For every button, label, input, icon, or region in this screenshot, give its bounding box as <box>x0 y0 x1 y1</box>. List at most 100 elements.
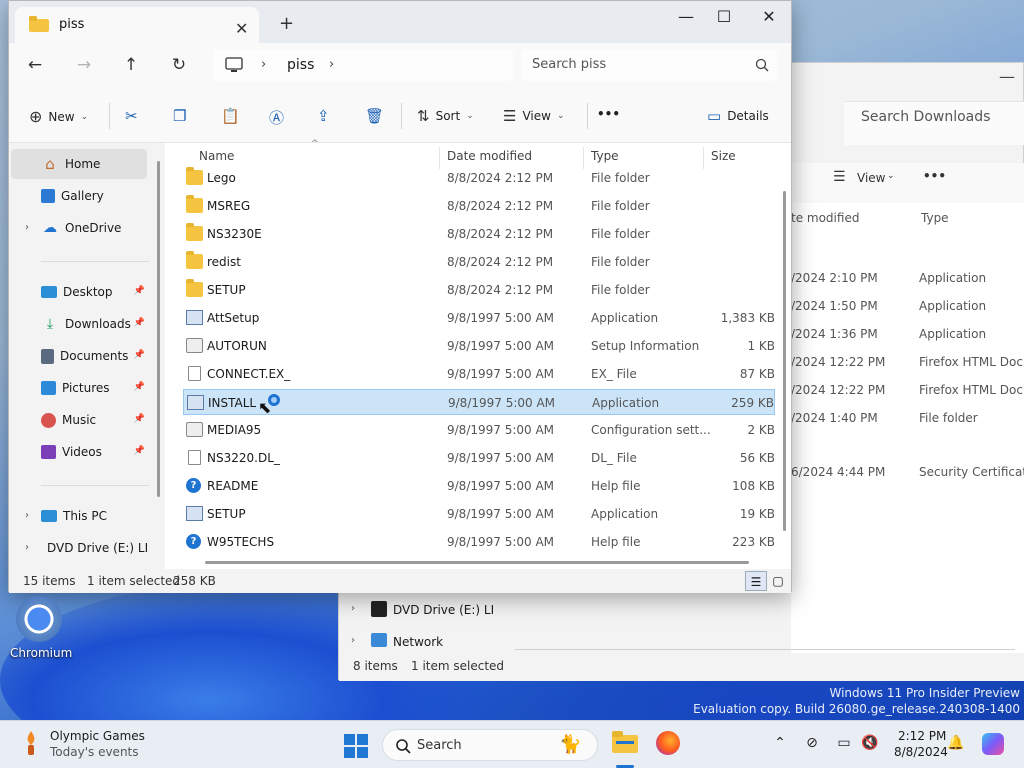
widget-subtitle[interactable]: Today's events <box>50 745 139 759</box>
sidebar-item-music[interactable]: Music 📌 <box>11 405 147 435</box>
chevron-right-icon[interactable]: › <box>25 542 29 553</box>
search-input[interactable]: Search piss <box>532 57 606 72</box>
column-type[interactable]: Type <box>921 211 949 225</box>
nav-item-dvd[interactable]: DVD Drive (E:) LI <box>393 603 494 617</box>
table-row[interactable]: redist 8/8/2024 2:12 PM File folder <box>183 249 775 275</box>
notification-bell-icon[interactable]: 🔔 <box>946 735 966 751</box>
search-input[interactable]: Search Downloads <box>861 109 990 125</box>
copilot-icon[interactable] <box>982 733 1004 755</box>
address-box[interactable]: › piss › <box>213 49 513 81</box>
minimize-button[interactable]: — <box>671 7 701 26</box>
file-explorer-window[interactable]: piss ✕ + — ☐ ✕ ← → ↑ ↻ › piss › Search p… <box>8 0 792 593</box>
pin-icon[interactable]: 📌 <box>134 382 145 392</box>
sidebar-item-onedrive[interactable]: › ☁ OneDrive <box>11 213 147 243</box>
table-row[interactable]: SETUP 9/8/1997 5:00 AM Application 19 KB <box>183 501 775 527</box>
table-row[interactable]: AUTORUN 9/8/1997 5:00 AM Setup Informati… <box>183 333 775 359</box>
table-row[interactable]: AttSetup 9/8/1997 5:00 AM Application 1,… <box>183 305 775 331</box>
tab-piss[interactable]: piss ✕ <box>15 7 259 43</box>
table-row[interactable]: NS3230E 8/8/2024 2:12 PM File folder <box>183 221 775 247</box>
forward-arrow-icon[interactable]: → <box>72 55 96 75</box>
firefox-icon[interactable] <box>656 731 680 755</box>
clock-date[interactable]: 8/8/2024 <box>894 745 948 759</box>
chevron-right-icon[interactable]: › <box>351 603 355 614</box>
widget-title[interactable]: Olympic Games <box>50 729 145 743</box>
pin-icon[interactable]: 📌 <box>134 318 145 328</box>
scrollbar[interactable] <box>157 161 160 497</box>
table-row-selected[interactable]: INSTALL ⬉ 9/8/1997 5:00 AM Application 2… <box>183 389 775 417</box>
sidebar-item-downloads[interactable]: ⤓ Downloads 📌 <box>11 309 147 339</box>
file-explorer-taskbar-icon[interactable] <box>612 731 638 753</box>
new-button[interactable]: ⊕ New ⌄ <box>29 107 88 126</box>
column-type[interactable]: Type <box>591 149 619 163</box>
network-disconnected-icon[interactable]: ⊘ <box>802 735 822 751</box>
table-row[interactable]: CONNECT.EX_ 9/8/1997 5:00 AM EX_ File 87… <box>183 361 775 387</box>
column-date[interactable]: Date modified <box>447 149 532 163</box>
close-button[interactable]: ✕ <box>754 7 784 26</box>
breadcrumb[interactable]: piss <box>287 57 314 73</box>
pin-icon[interactable]: 📌 <box>134 446 145 456</box>
pin-icon[interactable]: 📌 <box>134 350 145 360</box>
share-icon[interactable]: ⇪ <box>317 107 330 125</box>
view-button[interactable]: View <box>857 171 885 185</box>
table-row[interactable]: NS3220.DL_ 9/8/1997 5:00 AM DL_ File 56 … <box>183 445 775 471</box>
display-icon[interactable]: ▭ <box>834 735 854 751</box>
file-name: MEDIA95 <box>207 423 262 437</box>
view-button[interactable]: ☰ View ⌄ <box>503 107 564 125</box>
sidebar-item-label: Videos <box>62 445 102 459</box>
taskbar-search[interactable]: Search 🐈 <box>382 729 598 761</box>
minimize-button[interactable]: — <box>999 67 1015 86</box>
desktop-icon-label[interactable]: Chromium <box>10 646 72 660</box>
h-scrollbar[interactable] <box>515 649 1015 650</box>
table-row[interactable]: ? README 9/8/1997 5:00 AM Help file 108 … <box>183 473 775 499</box>
search-box[interactable]: Search piss <box>521 49 777 81</box>
chevron-right-icon[interactable]: › <box>351 635 355 646</box>
tiles-view-icon[interactable]: ▢ <box>767 571 789 591</box>
refresh-icon[interactable]: ↻ <box>167 55 191 75</box>
chromium-icon[interactable] <box>16 596 62 642</box>
table-row[interactable]: ? W95TECHS 9/8/1997 5:00 AM Help file 22… <box>183 529 775 555</box>
sidebar-item-videos[interactable]: Videos 📌 <box>11 437 147 467</box>
sidebar-item-home[interactable]: ⌂ Home <box>11 149 147 179</box>
chevron-up-icon[interactable]: ⌃ <box>770 735 790 751</box>
chevron-right-icon[interactable]: › <box>25 510 29 521</box>
paste-icon[interactable]: 📋 <box>221 107 240 125</box>
volume-muted-icon[interactable]: 🔇 <box>860 735 880 751</box>
sidebar-item-dvd[interactable]: › DVD Drive (E:) LI <box>11 533 147 563</box>
up-arrow-icon[interactable]: ↑ <box>119 55 143 75</box>
table-row[interactable]: SETUP 8/8/2024 2:12 PM File folder <box>183 277 775 303</box>
pin-icon[interactable]: 📌 <box>134 286 145 296</box>
rename-icon[interactable]: Ⓐ <box>269 107 284 128</box>
details-button[interactable]: ▭ Details <box>707 107 769 125</box>
pin-icon[interactable]: 📌 <box>134 414 145 424</box>
file-name: AttSetup <box>207 311 260 325</box>
table-row[interactable]: MEDIA95 9/8/1997 5:00 AM Configuration s… <box>183 417 775 443</box>
sort-button[interactable]: ⇅ Sort ⌄ <box>417 107 474 125</box>
column-date[interactable]: te modified <box>791 211 859 225</box>
table-row[interactable]: MSREG 8/8/2024 2:12 PM File folder <box>183 193 775 219</box>
v-scrollbar[interactable] <box>783 191 786 531</box>
sidebar-item-documents[interactable]: Documents 📌 <box>11 341 147 371</box>
close-tab-button[interactable]: ✕ <box>235 19 248 38</box>
copy-icon[interactable]: ❐ <box>173 107 186 125</box>
column-name[interactable]: Name <box>199 149 234 163</box>
chevron-right-icon[interactable]: › <box>25 222 29 233</box>
back-arrow-icon[interactable]: ← <box>23 55 47 75</box>
more-button[interactable]: ••• <box>597 107 620 121</box>
delete-icon[interactable]: 🗑 <box>365 107 384 125</box>
nav-item-network[interactable]: Network <box>393 635 443 649</box>
sidebar-item-gallery[interactable]: Gallery <box>11 181 147 211</box>
maximize-button[interactable]: ☐ <box>709 7 739 26</box>
sidebar-item-pictures[interactable]: Pictures 📌 <box>11 373 147 403</box>
column-size[interactable]: Size <box>711 149 736 163</box>
sidebar-item-desktop[interactable]: Desktop 📌 <box>11 277 147 307</box>
sidebar-item-thispc[interactable]: › This PC <box>11 501 147 531</box>
new-tab-button[interactable]: + <box>279 13 294 34</box>
more-button[interactable]: ••• <box>923 169 946 183</box>
chevron-right-icon[interactable]: › <box>329 57 334 72</box>
windows-start-icon[interactable] <box>344 734 368 758</box>
details-view-icon[interactable]: ☰ <box>745 571 767 591</box>
clock-time[interactable]: 2:12 PM <box>898 729 946 743</box>
table-row[interactable]: Lego 8/8/2024 2:12 PM File folder <box>183 165 775 191</box>
cut-icon[interactable]: ✂ <box>125 107 138 125</box>
h-scrollbar[interactable] <box>205 561 749 564</box>
